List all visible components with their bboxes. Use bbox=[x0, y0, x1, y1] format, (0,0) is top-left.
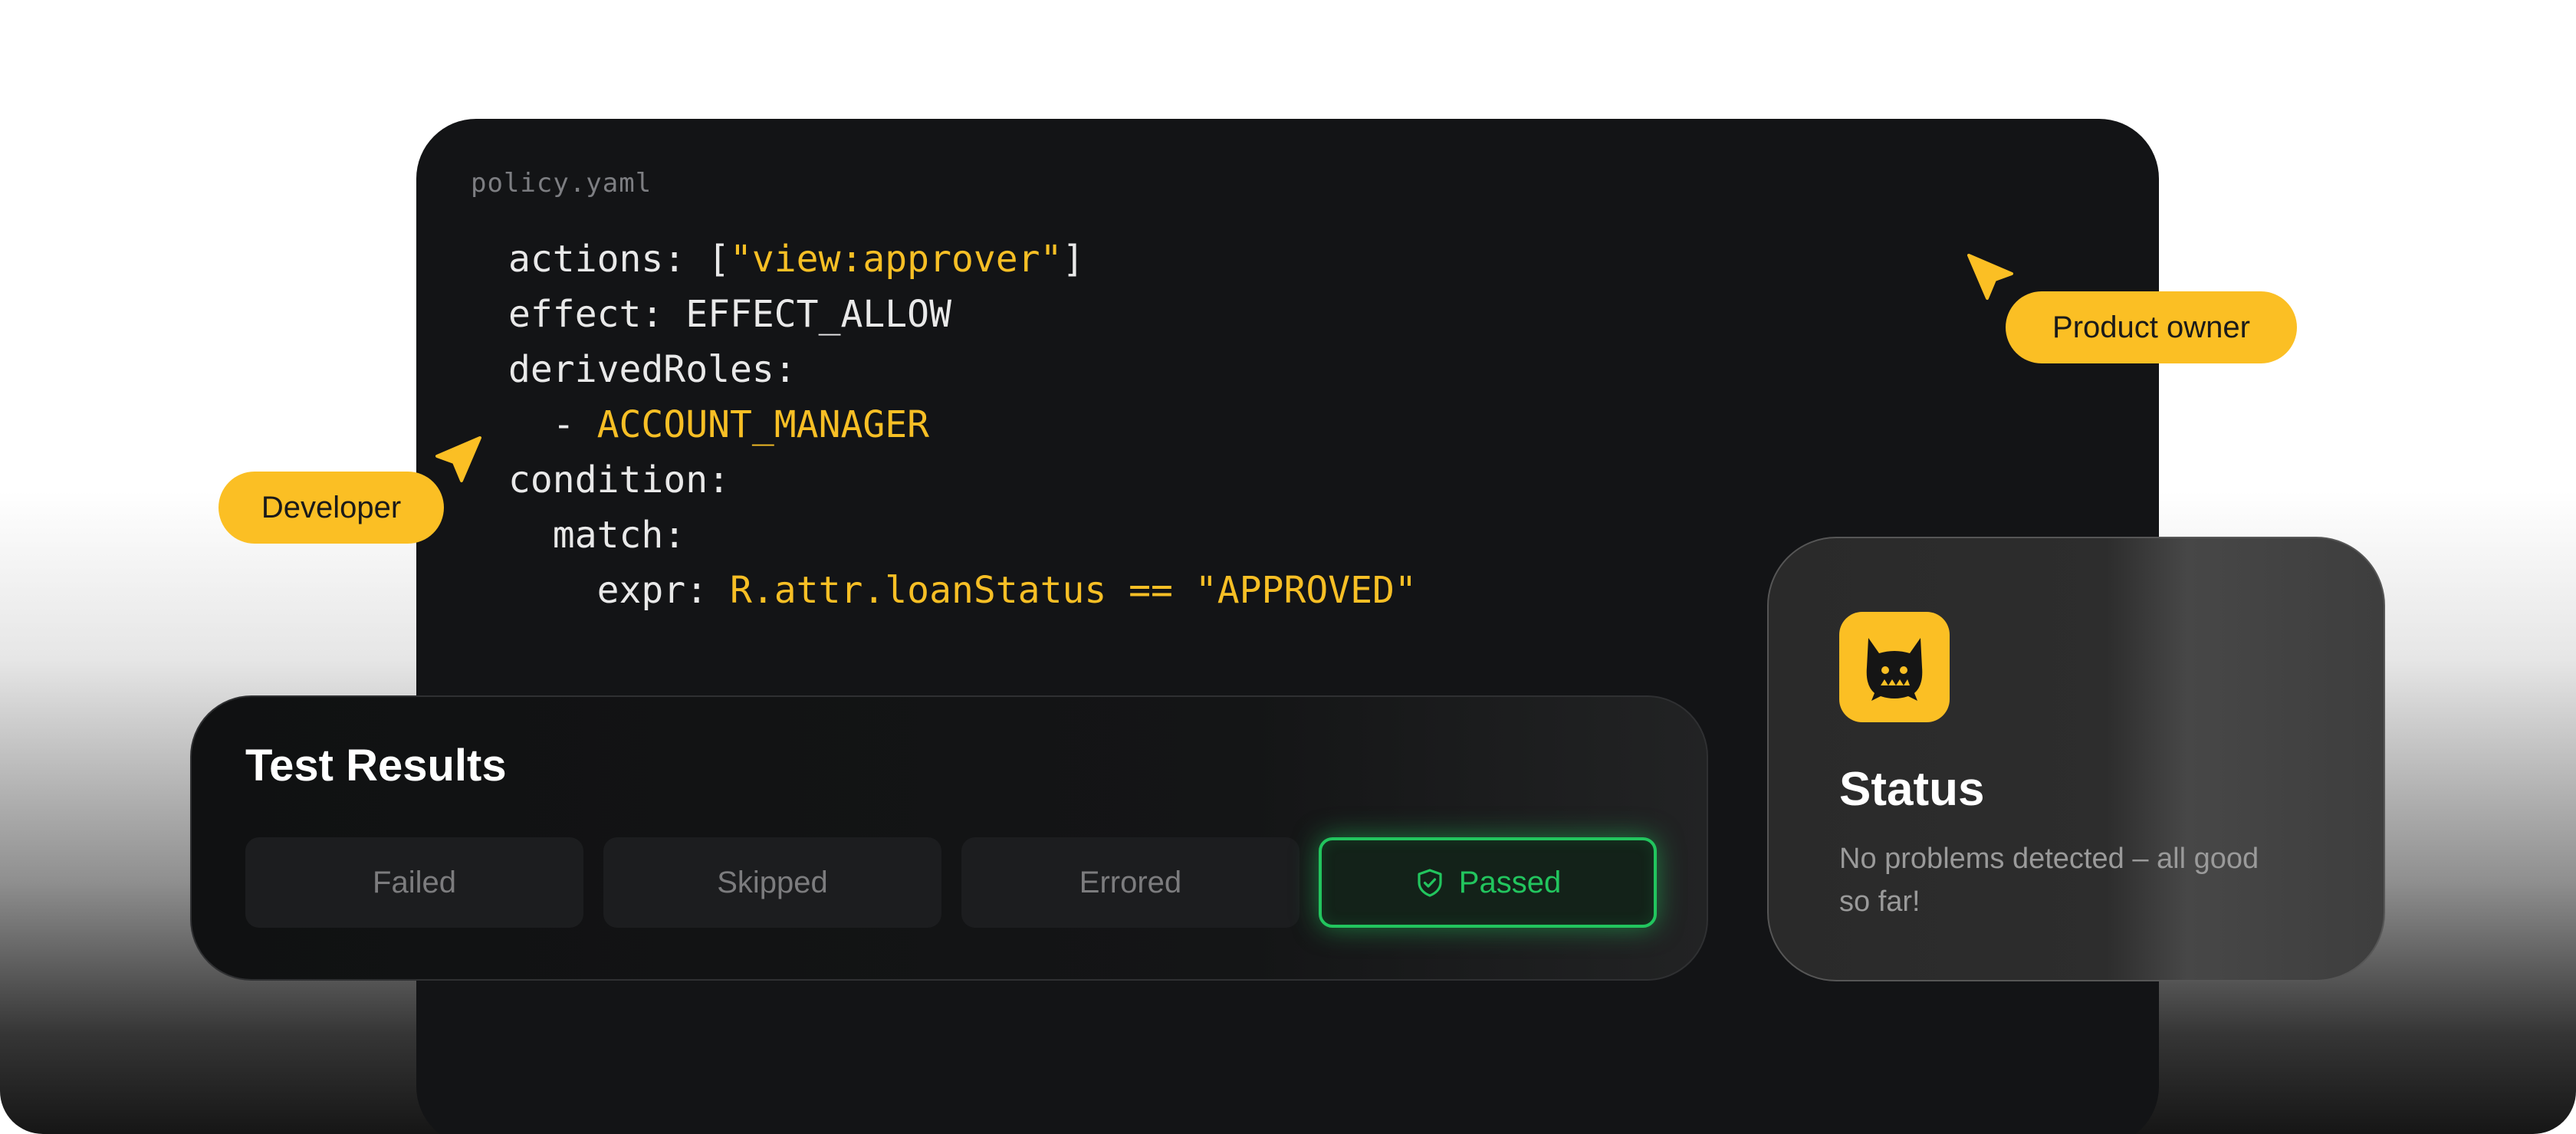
status-message: No problems detected – all good so far! bbox=[1839, 843, 2259, 918]
code-token: match: bbox=[508, 514, 686, 557]
code-token: expr: bbox=[508, 569, 730, 612]
code-string-token: ACCOUNT_MANAGER bbox=[596, 403, 930, 446]
passed-label: Passed bbox=[1458, 865, 1562, 899]
hero-illustration: policy.yaml actions: ["view:approver"] ef… bbox=[0, 0, 2576, 1134]
status-title: Status bbox=[1839, 763, 1985, 816]
test-results-title: Test Results bbox=[245, 741, 507, 791]
skipped-filter-button[interactable]: Skipped bbox=[603, 837, 941, 928]
code-token: ] bbox=[1062, 238, 1085, 281]
code-token: derivedRoles: bbox=[508, 348, 797, 391]
errored-filter-button[interactable]: Errored bbox=[961, 837, 1300, 928]
passed-filter-button[interactable]: Passed bbox=[1319, 837, 1657, 928]
code-string-token: "view:approver" bbox=[729, 238, 1063, 281]
policy-code: actions: ["view:approver"] effect: EFFECT… bbox=[508, 232, 1417, 618]
editor-filename: policy.yaml bbox=[471, 168, 652, 199]
code-token: condition: bbox=[508, 459, 730, 501]
code-token: effect: EFFECT_ALLOW bbox=[508, 293, 951, 336]
test-results-panel: Test Results Failed Skipped Errored Pass… bbox=[190, 695, 1708, 981]
code-token: - bbox=[508, 403, 597, 446]
failed-filter-button[interactable]: Failed bbox=[245, 837, 583, 928]
code-line: match: bbox=[508, 508, 1417, 563]
status-card: Status No problems detected – all good s… bbox=[1767, 537, 2385, 981]
developer-cursor-icon bbox=[435, 436, 481, 482]
code-line: condition: bbox=[508, 452, 1417, 508]
code-token: actions: [ bbox=[508, 238, 730, 281]
cat-mascot-icon bbox=[1839, 612, 1950, 722]
developer-label: Developer bbox=[219, 472, 444, 544]
code-line: actions: ["view:approver"] bbox=[508, 232, 1417, 287]
code-line: effect: EFFECT_ALLOW bbox=[508, 287, 1417, 342]
code-line: - ACCOUNT_MANAGER bbox=[508, 397, 1417, 452]
product-owner-label: Product owner bbox=[2006, 291, 2297, 363]
product-owner-cursor-icon bbox=[1967, 254, 2013, 300]
code-line: derivedRoles: bbox=[508, 342, 1417, 397]
code-line: expr: R.attr.loanStatus == "APPROVED" bbox=[508, 563, 1417, 618]
shield-check-icon bbox=[1418, 869, 1442, 897]
code-string-token: R.attr.loanStatus == "APPROVED" bbox=[729, 569, 1417, 612]
